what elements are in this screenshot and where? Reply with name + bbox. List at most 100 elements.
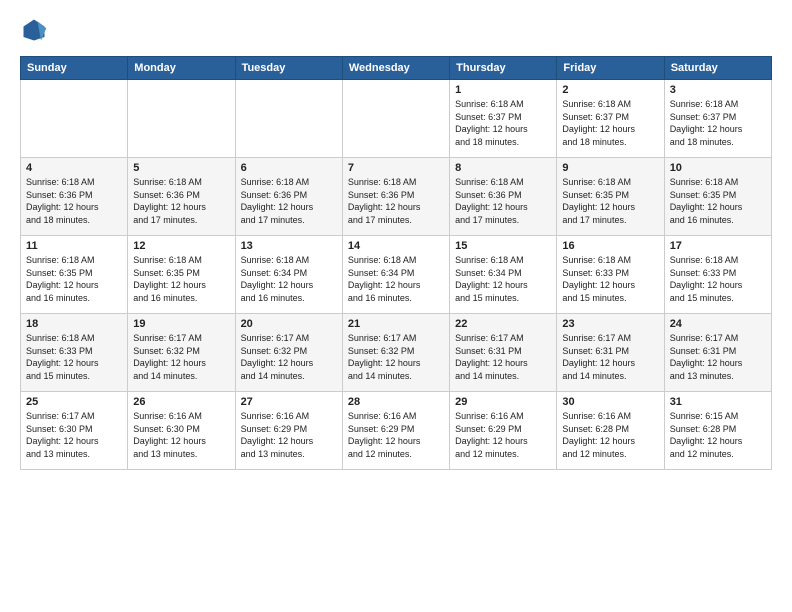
calendar-cell: 25 Sunrise: 6:17 AM Sunset: 6:30 PM Dayli… xyxy=(21,392,128,470)
calendar-cell: 2 Sunrise: 6:18 AM Sunset: 6:37 PM Daylig… xyxy=(557,80,664,158)
day-number: 25 xyxy=(26,396,122,408)
day-number: 3 xyxy=(670,84,766,96)
calendar-cell: 3 Sunrise: 6:18 AM Sunset: 6:37 PM Daylig… xyxy=(664,80,771,158)
calendar-cell: 28Sunrise: 6:16 AM Sunset: 6:29 PM Dayli… xyxy=(342,392,449,470)
calendar-cell: 15 Sunrise: 6:18 AM Sunset: 6:34 PM Dayli… xyxy=(450,236,557,314)
day-of-week-header: Wednesday xyxy=(342,57,449,80)
day-info: Sunrise: 6:16 AM Sunset: 6:29 PM Dayligh… xyxy=(455,410,551,460)
day-info: Sunrise: 6:18 AM Sunset: 6:36 PM Dayligh… xyxy=(455,176,551,226)
day-number: 9 xyxy=(562,162,658,174)
day-info: Sunrise: 6:18 AM Sunset: 6:37 PM Dayligh… xyxy=(670,98,766,148)
day-number: 29 xyxy=(455,396,551,408)
calendar-cell: 16 Sunrise: 6:18 AM Sunset: 6:33 PM Dayli… xyxy=(557,236,664,314)
calendar-cell: 31Sunrise: 6:15 AM Sunset: 6:28 PM Dayli… xyxy=(664,392,771,470)
day-of-week-header: Tuesday xyxy=(235,57,342,80)
day-of-week-header: Sunday xyxy=(21,57,128,80)
day-info: Sunrise: 6:17 AM Sunset: 6:31 PM Dayligh… xyxy=(455,332,551,382)
day-number: 24 xyxy=(670,318,766,330)
logo xyxy=(20,16,52,44)
day-info: Sunrise: 6:18 AM Sunset: 6:34 PM Dayligh… xyxy=(348,254,444,304)
calendar-cell: 6 Sunrise: 6:18 AM Sunset: 6:36 PM Daylig… xyxy=(235,158,342,236)
calendar-cell xyxy=(342,80,449,158)
day-number: 30 xyxy=(562,396,658,408)
calendar-cell: 4 Sunrise: 6:18 AM Sunset: 6:36 PM Daylig… xyxy=(21,158,128,236)
day-number: 21 xyxy=(348,318,444,330)
day-info: Sunrise: 6:18 AM Sunset: 6:35 PM Dayligh… xyxy=(562,176,658,226)
calendar-cell xyxy=(21,80,128,158)
calendar-week-row: 1 Sunrise: 6:18 AM Sunset: 6:37 PM Daylig… xyxy=(21,80,772,158)
logo-icon xyxy=(20,16,48,44)
calendar-cell: 13 Sunrise: 6:18 AM Sunset: 6:34 PM Dayli… xyxy=(235,236,342,314)
day-number: 8 xyxy=(455,162,551,174)
day-info: Sunrise: 6:18 AM Sunset: 6:34 PM Dayligh… xyxy=(455,254,551,304)
day-number: 7 xyxy=(348,162,444,174)
calendar-cell: 24 Sunrise: 6:17 AM Sunset: 6:31 PM Dayli… xyxy=(664,314,771,392)
calendar-cell: 20 Sunrise: 6:17 AM Sunset: 6:32 PM Dayli… xyxy=(235,314,342,392)
calendar-cell: 10 Sunrise: 6:18 AM Sunset: 6:35 PM Dayli… xyxy=(664,158,771,236)
calendar-week-row: 11 Sunrise: 6:18 AM Sunset: 6:35 PM Dayli… xyxy=(21,236,772,314)
day-number: 10 xyxy=(670,162,766,174)
day-info: Sunrise: 6:16 AM Sunset: 6:30 PM Dayligh… xyxy=(133,410,229,460)
day-info: Sunrise: 6:18 AM Sunset: 6:35 PM Dayligh… xyxy=(133,254,229,304)
day-number: 15 xyxy=(455,240,551,252)
day-number: 2 xyxy=(562,84,658,96)
calendar-cell: 17Sunrise: 6:18 AM Sunset: 6:33 PM Dayli… xyxy=(664,236,771,314)
day-info: Sunrise: 6:17 AM Sunset: 6:30 PM Dayligh… xyxy=(26,410,122,460)
day-info: Sunrise: 6:18 AM Sunset: 6:34 PM Dayligh… xyxy=(241,254,337,304)
calendar-cell: 23 Sunrise: 6:17 AM Sunset: 6:31 PM Dayli… xyxy=(557,314,664,392)
day-number: 23 xyxy=(562,318,658,330)
day-number: 16 xyxy=(562,240,658,252)
day-number: 20 xyxy=(241,318,337,330)
calendar-cell: 5Sunrise: 6:18 AM Sunset: 6:36 PM Daylig… xyxy=(128,158,235,236)
calendar-cell: 30 Sunrise: 6:16 AM Sunset: 6:28 PM Dayli… xyxy=(557,392,664,470)
day-info: Sunrise: 6:18 AM Sunset: 6:36 PM Dayligh… xyxy=(241,176,337,226)
day-info: Sunrise: 6:17 AM Sunset: 6:31 PM Dayligh… xyxy=(562,332,658,382)
day-info: Sunrise: 6:18 AM Sunset: 6:35 PM Dayligh… xyxy=(670,176,766,226)
day-number: 14 xyxy=(348,240,444,252)
calendar-cell: 26 Sunrise: 6:16 AM Sunset: 6:30 PM Dayli… xyxy=(128,392,235,470)
day-info: Sunrise: 6:18 AM Sunset: 6:37 PM Dayligh… xyxy=(562,98,658,148)
calendar-cell: 18Sunrise: 6:18 AM Sunset: 6:33 PM Dayli… xyxy=(21,314,128,392)
day-info: Sunrise: 6:18 AM Sunset: 6:37 PM Dayligh… xyxy=(455,98,551,148)
calendar: SundayMondayTuesdayWednesdayThursdayFrid… xyxy=(20,56,772,470)
calendar-cell xyxy=(128,80,235,158)
calendar-cell: 8 Sunrise: 6:18 AM Sunset: 6:36 PM Daylig… xyxy=(450,158,557,236)
calendar-cell: 14 Sunrise: 6:18 AM Sunset: 6:34 PM Dayli… xyxy=(342,236,449,314)
day-number: 12 xyxy=(133,240,229,252)
day-info: Sunrise: 6:17 AM Sunset: 6:32 PM Dayligh… xyxy=(241,332,337,382)
day-info: Sunrise: 6:16 AM Sunset: 6:29 PM Dayligh… xyxy=(348,410,444,460)
calendar-cell xyxy=(235,80,342,158)
day-number: 6 xyxy=(241,162,337,174)
calendar-cell: 21 Sunrise: 6:17 AM Sunset: 6:32 PM Dayli… xyxy=(342,314,449,392)
day-info: Sunrise: 6:18 AM Sunset: 6:36 PM Dayligh… xyxy=(348,176,444,226)
day-of-week-header: Thursday xyxy=(450,57,557,80)
calendar-cell: 12 Sunrise: 6:18 AM Sunset: 6:35 PM Dayli… xyxy=(128,236,235,314)
calendar-week-row: 4 Sunrise: 6:18 AM Sunset: 6:36 PM Daylig… xyxy=(21,158,772,236)
calendar-header-row: SundayMondayTuesdayWednesdayThursdayFrid… xyxy=(21,57,772,80)
day-info: Sunrise: 6:18 AM Sunset: 6:33 PM Dayligh… xyxy=(562,254,658,304)
day-number: 1 xyxy=(455,84,551,96)
day-number: 17 xyxy=(670,240,766,252)
day-info: Sunrise: 6:17 AM Sunset: 6:31 PM Dayligh… xyxy=(670,332,766,382)
page-header xyxy=(20,16,772,44)
day-info: Sunrise: 6:18 AM Sunset: 6:36 PM Dayligh… xyxy=(26,176,122,226)
day-info: Sunrise: 6:17 AM Sunset: 6:32 PM Dayligh… xyxy=(133,332,229,382)
day-info: Sunrise: 6:16 AM Sunset: 6:29 PM Dayligh… xyxy=(241,410,337,460)
calendar-cell: 22 Sunrise: 6:17 AM Sunset: 6:31 PM Dayli… xyxy=(450,314,557,392)
calendar-cell: 1 Sunrise: 6:18 AM Sunset: 6:37 PM Daylig… xyxy=(450,80,557,158)
day-number: 13 xyxy=(241,240,337,252)
day-number: 26 xyxy=(133,396,229,408)
day-number: 31 xyxy=(670,396,766,408)
day-info: Sunrise: 6:17 AM Sunset: 6:32 PM Dayligh… xyxy=(348,332,444,382)
day-of-week-header: Saturday xyxy=(664,57,771,80)
day-number: 18 xyxy=(26,318,122,330)
calendar-cell: 19Sunrise: 6:17 AM Sunset: 6:32 PM Dayli… xyxy=(128,314,235,392)
day-of-week-header: Friday xyxy=(557,57,664,80)
day-number: 4 xyxy=(26,162,122,174)
calendar-week-row: 18Sunrise: 6:18 AM Sunset: 6:33 PM Dayli… xyxy=(21,314,772,392)
day-number: 11 xyxy=(26,240,122,252)
day-number: 22 xyxy=(455,318,551,330)
day-info: Sunrise: 6:16 AM Sunset: 6:28 PM Dayligh… xyxy=(562,410,658,460)
day-info: Sunrise: 6:18 AM Sunset: 6:35 PM Dayligh… xyxy=(26,254,122,304)
calendar-week-row: 25 Sunrise: 6:17 AM Sunset: 6:30 PM Dayli… xyxy=(21,392,772,470)
